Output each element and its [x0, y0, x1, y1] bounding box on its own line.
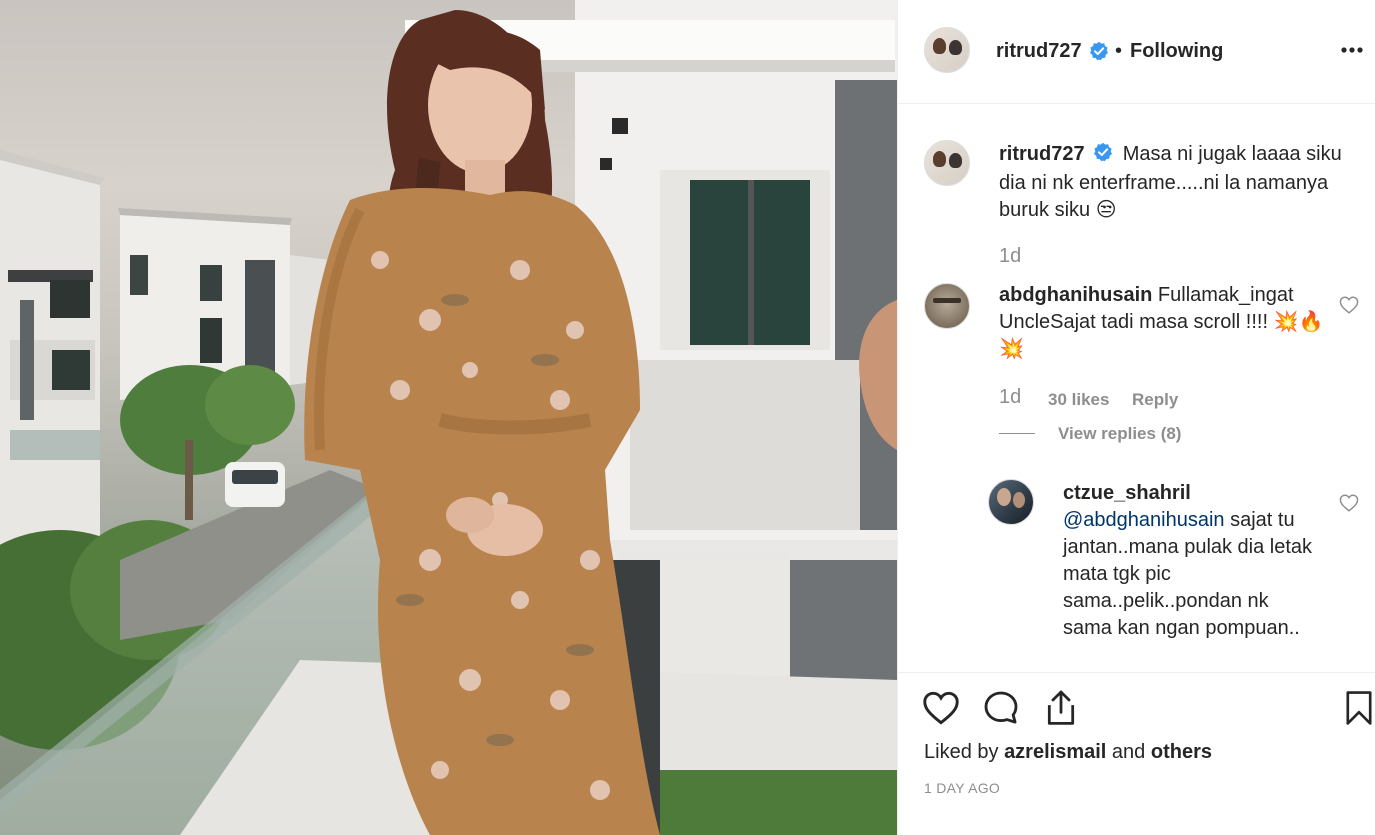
reply-text-block: ctzue_shahril @abdghanihusain sajat tu j… [1063, 480, 1323, 642]
like-comment-heart-icon[interactable] [1339, 296, 1359, 319]
post-photo[interactable] [0, 0, 897, 835]
commenter-avatar[interactable] [924, 283, 970, 329]
comment-likes[interactable]: 30 likes [1048, 390, 1109, 410]
replies-divider [999, 433, 1035, 434]
save-bookmark-icon[interactable] [1345, 689, 1373, 732]
caption-avatar[interactable] [924, 140, 970, 186]
post-actions-bar: Liked by azrelismail and others 1 DAY AG… [898, 672, 1375, 835]
caption-time[interactable]: 1d [999, 245, 1021, 268]
liked-by-and: and [1111, 741, 1146, 763]
comment-bubble-icon[interactable] [983, 690, 1019, 731]
share-icon[interactable] [1043, 689, 1079, 732]
like-heart-icon[interactable] [922, 691, 960, 730]
post-header: ritrud727 • Following [898, 0, 1375, 104]
header-separator: • [1115, 40, 1123, 62]
verified-badge-icon [1089, 41, 1109, 66]
owner-avatar[interactable] [924, 27, 970, 73]
more-horizontal-icon[interactable] [1340, 40, 1366, 60]
comment-time[interactable]: 1d [999, 386, 1021, 409]
reply-mention-link[interactable]: @abdghanihusain [1063, 509, 1225, 531]
post-side-panel: ritrud727 • Following ritrud727 Masa ni … [897, 0, 1375, 835]
liked-by-prefix: Liked by [924, 741, 999, 763]
post-timestamp[interactable]: 1 DAY AGO [924, 780, 1000, 796]
like-reply-heart-icon[interactable] [1339, 494, 1359, 517]
caption-text-block: ritrud727 Masa ni jugak laaaa siku dia n… [999, 141, 1349, 224]
liked-by-line: Liked by azrelismail and others [924, 741, 1212, 764]
liked-by-others-link[interactable]: others [1151, 741, 1212, 763]
comment-text-block: abdghanihusain Fullamak_ingat UncleSajat… [999, 282, 1329, 363]
view-replies-button[interactable]: View replies (8) [1058, 424, 1181, 444]
reply-username[interactable]: ctzue_shahril [1063, 480, 1323, 507]
owner-username[interactable]: ritrud727 [996, 40, 1082, 63]
reply-button[interactable]: Reply [1132, 390, 1178, 410]
reply-commenter-avatar[interactable] [988, 479, 1034, 525]
caption-username[interactable]: ritrud727 [999, 143, 1085, 165]
photo-illustration [0, 0, 897, 835]
following-button[interactable]: Following [1130, 40, 1223, 63]
verified-badge-icon [1093, 142, 1113, 170]
commenter-username[interactable]: abdghanihusain [999, 284, 1152, 306]
liked-by-user[interactable]: azrelismail [1004, 741, 1106, 763]
